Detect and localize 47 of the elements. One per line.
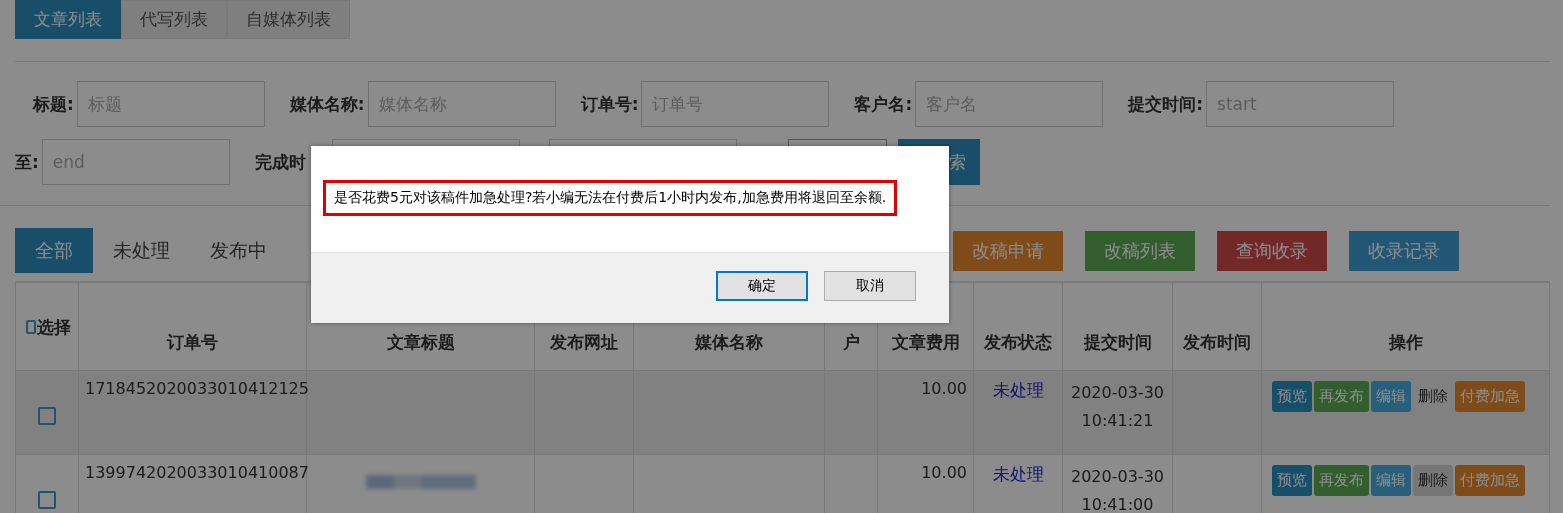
row-button[interactable]: 付费加急 (1455, 465, 1525, 496)
action-button[interactable]: 改稿列表 (1085, 230, 1195, 271)
table-cell-text: 10:41:00 (1080, 494, 1155, 513)
checkbox[interactable] (38, 406, 56, 425)
column-header: 订单号 (78, 282, 307, 371)
table-cell-text: 2020-03-30 (1070, 466, 1165, 488)
row-button[interactable]: 编辑 (1371, 381, 1411, 412)
checkbox[interactable] (26, 319, 36, 334)
tab[interactable]: 代写列表 (121, 0, 227, 39)
dialog-message: 是否花费5元对该稿件加急处理?若小编无法在付费后1小时内发布,加急费用将退回至余额. (323, 180, 898, 216)
dialog-button[interactable]: 确定 (716, 271, 808, 301)
row-button[interactable]: 再发布 (1314, 381, 1369, 412)
column-header: 操作 (1261, 282, 1550, 371)
row-button[interactable]: 预览 (1272, 465, 1312, 496)
field-label: 标题: (33, 92, 74, 116)
field-label: 提交时间: (1128, 92, 1204, 116)
checkbox[interactable] (38, 490, 56, 509)
row-button[interactable]: 预览 (1272, 381, 1312, 412)
table-cell: 10.00 (877, 370, 974, 455)
column-header: 选择 (37, 315, 71, 339)
table-cell: 1718452020033010412125 (78, 370, 307, 455)
tab[interactable]: 自媒体列表 (227, 0, 350, 39)
field-label: 订单号: (580, 92, 639, 116)
row-button[interactable]: 再发布 (1314, 465, 1369, 496)
column-header: 提交时间 (1062, 282, 1173, 371)
column-header: 发布状态 (973, 282, 1063, 371)
delete-link[interactable]: 删除 (1413, 381, 1453, 412)
field-label: 至: (15, 150, 39, 174)
field-label: 完成时 (254, 150, 306, 174)
table-cell-text: 10:41:21 (1080, 410, 1155, 432)
field-label: 客户名: (854, 92, 913, 116)
row-button[interactable]: 编辑 (1371, 465, 1411, 496)
action-button[interactable]: 收录记录 (1349, 230, 1459, 271)
tab[interactable]: 发布中 (190, 228, 287, 273)
row-button[interactable]: 删除 (1413, 465, 1453, 496)
action-button[interactable]: 改稿申请 (953, 230, 1063, 271)
status-link[interactable]: 未处理 (992, 464, 1044, 484)
status-link[interactable]: 未处理 (992, 380, 1044, 400)
tab[interactable]: 全部 (15, 228, 93, 273)
tab[interactable]: 文章列表 (15, 0, 121, 39)
tab[interactable]: 未处理 (93, 228, 190, 273)
column-header: 发布时间 (1172, 282, 1262, 371)
dialog-button[interactable]: 取消 (824, 271, 916, 301)
table-cell-text: 2020-03-30 (1070, 382, 1165, 404)
field-label: 媒体名称: (289, 92, 365, 116)
action-button[interactable]: 查询收录 (1217, 230, 1327, 271)
row-button[interactable]: 付费加急 (1455, 381, 1525, 412)
